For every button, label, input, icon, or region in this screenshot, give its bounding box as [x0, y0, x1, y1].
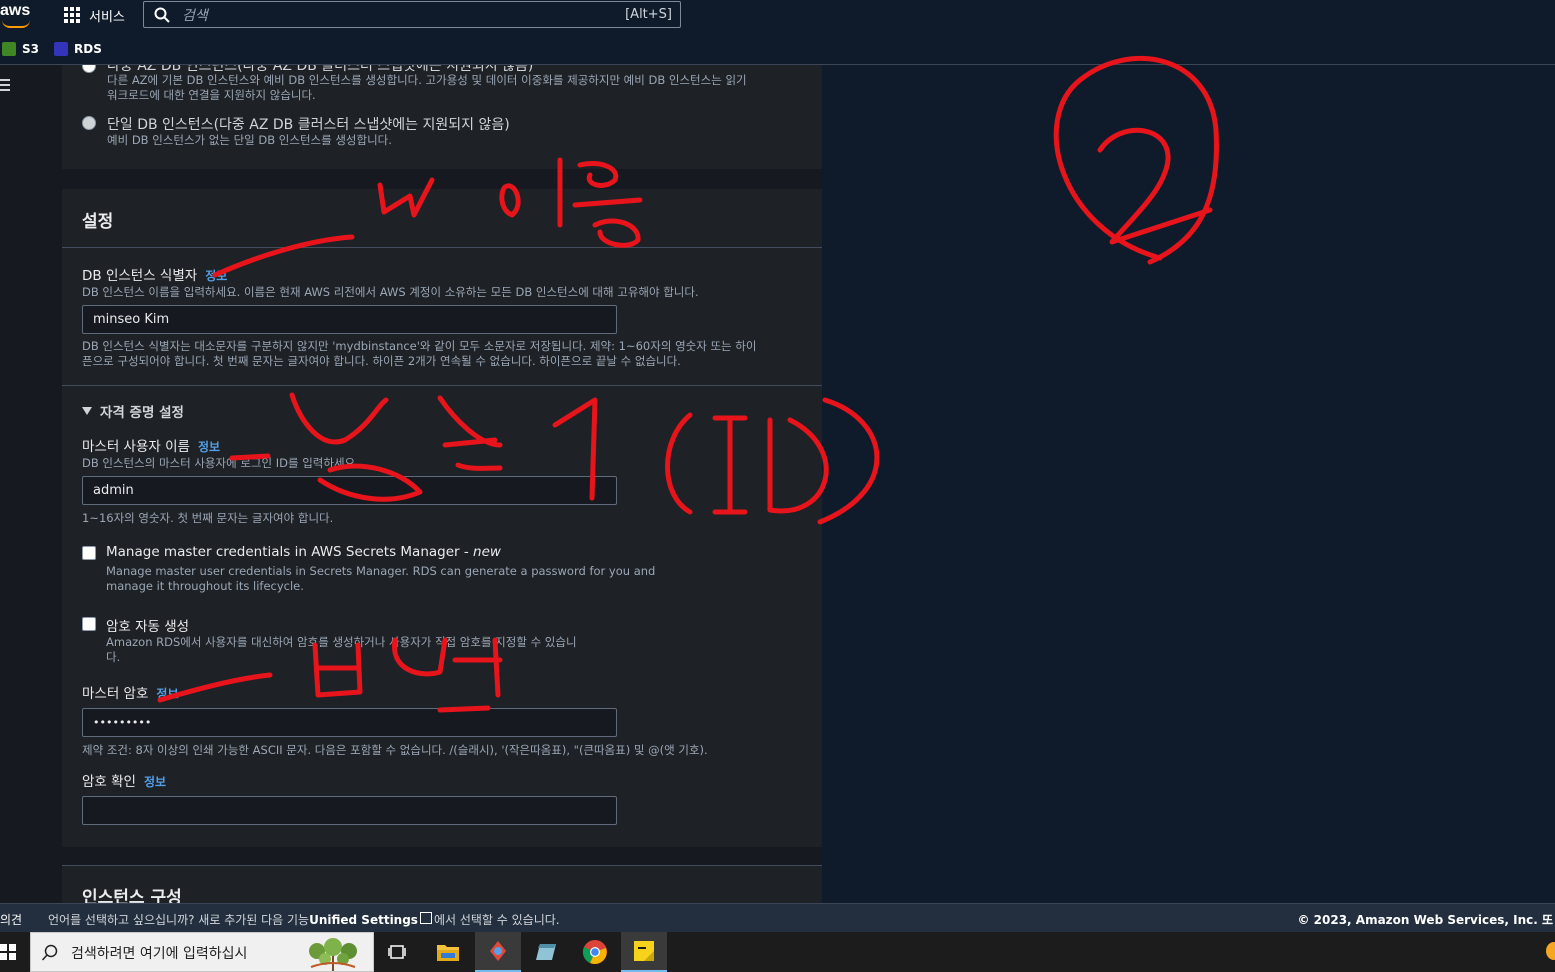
single-instance-title: 단일 DB 인스턴스(다중 AZ DB 클러스터 스냅샷에는 지원되지 않음) [107, 117, 510, 133]
auto-generate-password-desc-2: 다. [106, 650, 121, 664]
master-password-input[interactable]: ••••••••• [82, 708, 617, 737]
master-user-constraint: 1~16자의 영숫자. 첫 번째 문자는 글자여야 합니다. [82, 511, 334, 525]
search-icon [154, 7, 170, 23]
confirm-password-label: 암호 확인 정보 [82, 774, 167, 790]
multi-az-desc-2: 워크로드에 대한 연결을 지원하지 않습니다. [107, 88, 316, 102]
windows-taskbar: 검색하려면 여기에 입력하십시 [0, 932, 1555, 972]
app-button-active[interactable] [475, 932, 521, 972]
secrets-manager-title: Manage master credentials in AWS Secrets… [106, 544, 501, 560]
notepad-icon [536, 944, 556, 960]
single-instance-radio[interactable] [82, 116, 96, 130]
db-identifier-constraint-2: 픈으로 구성되어야 합니다. 첫 번째 문자는 글자여야 합니다. 하이픈 2개… [82, 354, 681, 368]
divider [62, 865, 822, 866]
app-icon [490, 941, 506, 961]
footer-message: 언어를 선택하고 싶으십니까? 새로 추가된 다음 기능Unified Sett… [48, 912, 560, 927]
main-content: 다중 AZ DB 인스턴스(다중 AZ DB 클러스터 스냅샷에는 지원되지 않… [0, 65, 1555, 903]
multi-az-radio[interactable] [82, 65, 96, 73]
divider [62, 385, 822, 386]
caret-down-icon [82, 407, 92, 415]
top-navigation: aws 서비스 [Alt+S] [0, 0, 1555, 32]
sticky-notes-button[interactable] [621, 932, 667, 972]
auto-generate-password-checkbox[interactable] [82, 617, 96, 631]
master-user-input[interactable]: admin [82, 476, 617, 505]
instance-config-title: 인스턴스 구성 [82, 888, 182, 903]
grid-icon [64, 6, 81, 24]
credentials-expander[interactable]: 자격 증명 설정 [82, 401, 184, 421]
settings-title: 설정 [82, 212, 114, 232]
favorite-s3[interactable]: S3 [2, 42, 39, 56]
copyright: © 2023, Amazon Web Services, Inc. 또 [1297, 913, 1553, 927]
master-password-label: 마스터 암호 정보 [82, 686, 179, 702]
db-identifier-input[interactable]: minseo Kim [82, 305, 617, 334]
availability-card: 다중 AZ DB 인스턴스(다중 AZ DB 클러스터 스냅샷에는 지원되지 않… [62, 65, 822, 169]
secrets-manager-checkbox[interactable] [82, 546, 96, 560]
secrets-manager-desc: Manage master user credentials in Secret… [106, 564, 656, 578]
settings-card: 설정 DB 인스턴스 식별자 정보 DB 인스턴스 이름을 입력하세요. 이름은 … [62, 189, 822, 847]
auto-generate-password-title: 암호 자동 생성 [106, 619, 190, 635]
menu-icon[interactable] [0, 79, 10, 91]
db-identifier-label: DB 인스턴스 식별자 정보 [82, 268, 228, 284]
task-view-button[interactable] [374, 932, 420, 972]
feedback-link[interactable]: 의견 [0, 911, 22, 928]
divider [62, 247, 822, 248]
unified-settings-link[interactable]: Unified Settings [309, 913, 418, 927]
favorite-rds[interactable]: RDS [54, 42, 102, 56]
db-identifier-info-link[interactable]: 정보 [205, 269, 227, 283]
rds-icon [54, 42, 68, 56]
file-explorer-button[interactable] [425, 932, 471, 972]
master-user-label: 마스터 사용자 이름 정보 [82, 439, 221, 455]
services-menu-button[interactable]: 서비스 [64, 4, 125, 26]
windows-start-icon[interactable] [0, 944, 16, 960]
taskbar-search-placeholder: 검색하려면 여기에 입력하십시 [71, 946, 248, 962]
sticky-notes-icon [634, 941, 654, 961]
aws-logo[interactable]: aws [0, 2, 34, 28]
search-shortcut: [Alt+S] [625, 7, 672, 22]
s3-icon [2, 42, 16, 56]
master-password-constraint: 제약 조건: 8자 이상의 인쇄 가능한 ASCII 문자. 다음은 포함할 수… [82, 743, 708, 757]
side-navigation-collapsed [0, 65, 23, 903]
plant-illustration-icon [309, 938, 357, 971]
single-instance-desc: 예비 DB 인스턴스가 없는 단일 DB 인스턴스를 생성합니다. [107, 133, 392, 147]
search-input[interactable] [180, 5, 604, 27]
notepad-button[interactable] [523, 932, 569, 972]
db-identifier-desc: DB 인스턴스 이름을 입력하세요. 이름은 현재 AWS 리전에서 AWS 계… [82, 285, 699, 299]
favorites-bar: S3 RDS [0, 36, 1555, 65]
services-label: 서비스 [89, 9, 125, 25]
multi-az-desc: 다른 AZ에 기본 DB 인스턴스와 예비 DB 인스턴스를 생성합니다. 고가… [107, 73, 747, 87]
create-database-form: 다중 AZ DB 인스턴스(다중 AZ DB 클러스터 스냅샷에는 지원되지 않… [22, 65, 822, 903]
secrets-manager-desc-2: manage it throughout its lifecycle. [106, 579, 304, 593]
external-link-icon [419, 912, 432, 924]
confirm-password-input[interactable] [82, 796, 617, 825]
master-user-desc: DB 인스턴스의 마스터 사용자에 로그인 ID를 입력하세요. [82, 456, 359, 470]
confirm-password-info-link[interactable]: 정보 [144, 775, 166, 789]
search-icon [41, 944, 58, 961]
chrome-icon [582, 940, 607, 964]
console-footer: 의견 언어를 선택하고 싶으십니까? 새로 추가된 다음 기능Unified S… [0, 903, 1555, 933]
db-identifier-constraint: DB 인스턴스 식별자는 대소문자를 구분하지 않지만 'mydbinstanc… [82, 339, 757, 353]
taskbar-search[interactable]: 검색하려면 여기에 입력하십시 [30, 932, 374, 972]
master-user-info-link[interactable]: 정보 [198, 440, 220, 454]
chrome-button[interactable] [572, 932, 618, 972]
file-explorer-icon [437, 945, 459, 961]
master-password-info-link[interactable]: 정보 [156, 687, 178, 701]
task-view-icon [388, 945, 406, 959]
instance-config-card: 인스턴스 구성 [62, 865, 822, 903]
auto-generate-password-desc: Amazon RDS에서 사용자를 대신하여 암호를 생성하거나 사용자가 직접… [106, 635, 577, 649]
notification-indicator[interactable] [1546, 942, 1555, 960]
global-search[interactable]: [Alt+S] [143, 1, 681, 28]
